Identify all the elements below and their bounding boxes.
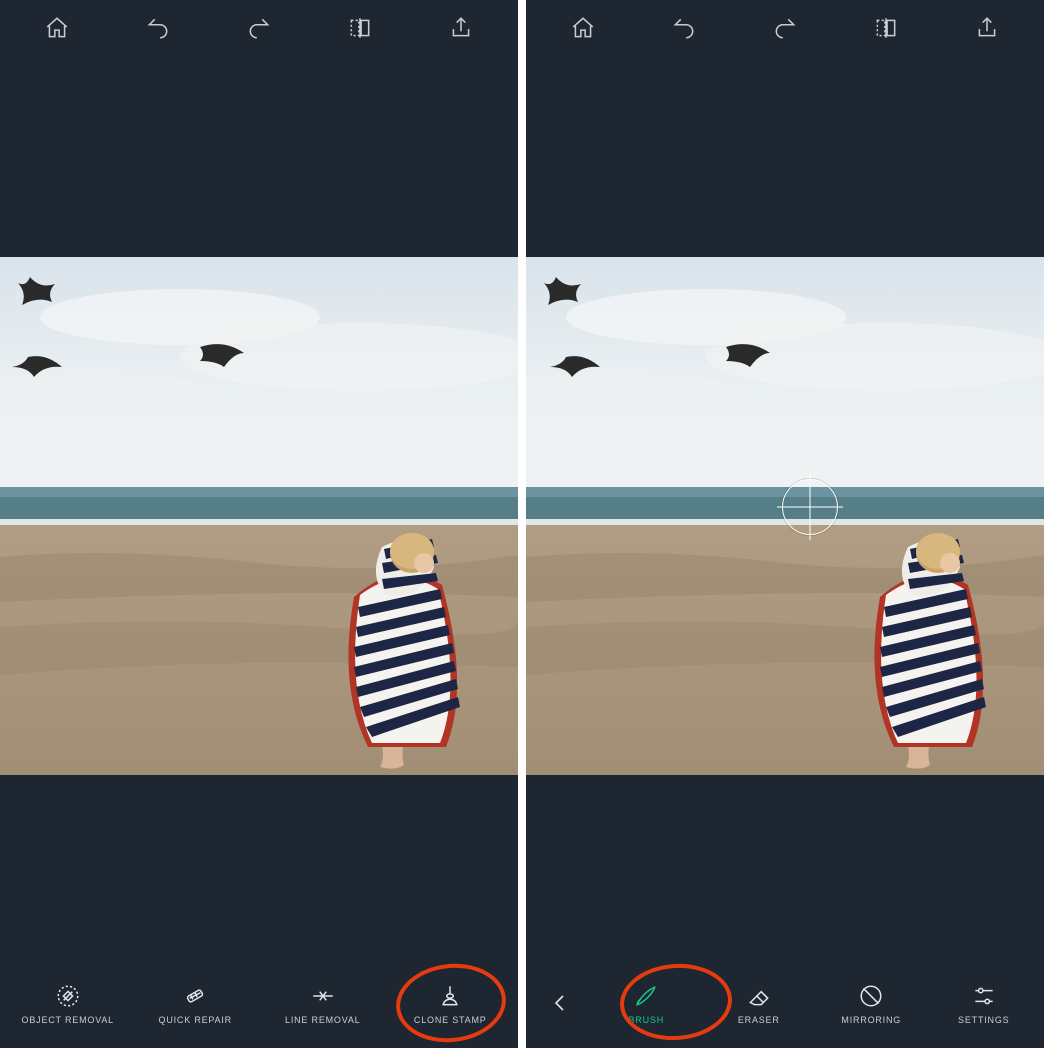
photo-canvas-right[interactable] [526,257,1044,775]
share-icon[interactable] [965,6,1009,50]
tool-quick-repair[interactable]: QUICK REPAIR [132,979,260,1027]
topbar-left [0,0,518,56]
tool-label: BRUSH [628,1015,664,1025]
back-button[interactable] [530,991,590,1015]
bottombar-right: BRUSH ERASER MIRRORING SETTINGS [526,964,1044,1048]
tool-label: CLONE STAMP [414,1015,487,1025]
tool-label: MIRRORING [841,1015,901,1025]
bottombar-left: OBJECT REMOVAL QUICK REPAIR LINE REMOVAL… [0,964,518,1048]
home-icon[interactable] [561,6,605,50]
topbar-right [526,0,1044,56]
share-icon[interactable] [439,6,483,50]
tool-label: SETTINGS [958,1015,1009,1025]
photo-canvas-left[interactable] [0,257,518,775]
tool-label: ERASER [738,1015,780,1025]
tool-label: LINE REMOVAL [285,1015,360,1025]
compare-icon[interactable] [338,6,382,50]
screens-gap [518,0,526,1048]
tool-brush[interactable]: BRUSH [590,979,703,1027]
undo-icon[interactable] [136,6,180,50]
tool-settings[interactable]: SETTINGS [928,979,1041,1027]
tool-label: OBJECT REMOVAL [22,1015,114,1025]
tool-eraser[interactable]: ERASER [703,979,816,1027]
compare-icon[interactable] [864,6,908,50]
screen-right: BRUSH ERASER MIRRORING SETTINGS [526,0,1044,1048]
tool-clone-stamp[interactable]: CLONE STAMP [387,979,515,1027]
tool-object-removal[interactable]: OBJECT REMOVAL [4,979,132,1027]
tool-label: QUICK REPAIR [159,1015,232,1025]
undo-icon[interactable] [662,6,706,50]
redo-icon[interactable] [237,6,281,50]
home-icon[interactable] [35,6,79,50]
redo-icon[interactable] [763,6,807,50]
beach-scene [526,257,1044,775]
tool-line-removal[interactable]: LINE REMOVAL [259,979,387,1027]
beach-scene [0,257,518,775]
screen-left: OBJECT REMOVAL QUICK REPAIR LINE REMOVAL… [0,0,518,1048]
tool-mirroring[interactable]: MIRRORING [815,979,928,1027]
